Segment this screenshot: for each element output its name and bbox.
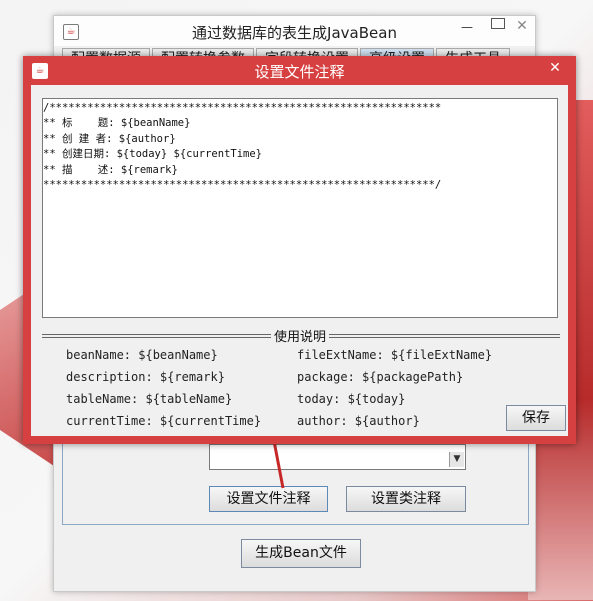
usage-item: description: ${remark} xyxy=(66,370,225,384)
dialog-body: /***************************************… xyxy=(31,85,568,436)
dialog-title: 设置文件注释 xyxy=(254,63,345,81)
usage-title: 使用说明 xyxy=(271,326,330,345)
save-button[interactable]: 保存 xyxy=(506,405,566,431)
usage-item: beanName: ${beanName} xyxy=(66,348,218,362)
file-comment-dialog: ☕ 设置文件注释 ✕ /****************************… xyxy=(23,56,576,444)
usage-item: today: ${today} xyxy=(297,392,406,406)
usage-item: fileExtName: ${fileExtName} xyxy=(297,348,493,362)
usage-item: currentTime: ${currentTime} xyxy=(66,414,262,428)
dialog-title-bar: ☕ 设置文件注释 ✕ xyxy=(23,56,576,84)
comment-template-textarea[interactable]: /***************************************… xyxy=(42,98,558,318)
usage-item: tableName: ${tableName} xyxy=(66,392,233,406)
usage-item: author: ${author} xyxy=(297,414,420,428)
dialog-close-button[interactable]: ✕ xyxy=(540,58,570,78)
usage-item: package: ${packagePath} xyxy=(297,370,464,384)
